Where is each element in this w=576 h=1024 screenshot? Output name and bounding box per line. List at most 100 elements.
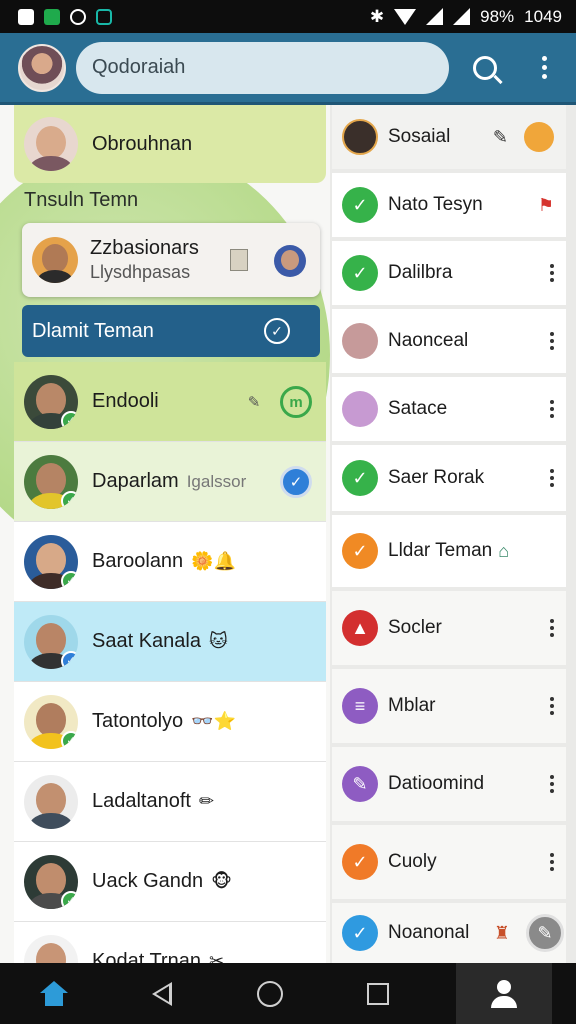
more-vert-icon[interactable] — [550, 400, 554, 418]
online-badge: ✓ — [61, 410, 78, 429]
group-avatar — [342, 119, 378, 155]
more-vert-icon[interactable] — [550, 697, 554, 715]
back-icon — [152, 981, 172, 1006]
add-friend-label: Dlamit Teman — [32, 319, 154, 342]
group-label: Cuoly — [388, 851, 437, 872]
status-circle-icon[interactable]: m — [280, 386, 312, 418]
avatar: ✓ — [24, 614, 78, 669]
contact-list: ✓ Endooli ✎ m ✓ Daparlam Igalssor ✓ ✓ Ba… — [14, 362, 326, 963]
group-label: Sosaial — [388, 126, 451, 147]
search-icon — [473, 55, 498, 80]
more-vert-icon[interactable] — [550, 264, 554, 282]
figure-icon: ♜ — [493, 922, 510, 943]
group-row[interactable]: ✎ Datioomind — [332, 747, 566, 821]
avatar — [32, 237, 78, 283]
group-row[interactable]: ✓ Nato Tesyn ⚑ — [332, 173, 566, 237]
group-avatar — [342, 323, 378, 359]
signal-icon — [426, 8, 444, 25]
group-label: Satace — [388, 398, 448, 419]
emoji: ✂ — [208, 951, 225, 963]
group-label: Nato Tesyn — [388, 194, 483, 215]
group-row[interactable]: ▲ Socler — [332, 591, 566, 665]
check-circle-icon: ✓ — [342, 915, 378, 951]
emoji: 🐵 — [211, 871, 232, 891]
online-badge: ✓ — [61, 730, 78, 749]
tool-icon: ✎ — [247, 394, 261, 411]
group-row[interactable]: ✓ Noanonal ♜ ✎ — [332, 903, 566, 963]
user-avatar[interactable] — [18, 43, 66, 92]
contact-popup[interactable]: Zzbasionars Llysdhpasas — [22, 223, 320, 297]
check-circle-icon[interactable]: ✓ — [280, 466, 312, 498]
popup-avatar[interactable] — [274, 245, 306, 277]
group-label: Datioomind — [388, 773, 485, 794]
popup-title: Zzbasionars — [90, 237, 199, 259]
online-badge: ✓ — [61, 650, 78, 669]
emoji: 👓⭐ — [191, 711, 236, 731]
group-row[interactable]: ✓ Dalilbra — [332, 241, 566, 305]
add-friend-button[interactable]: Dlamit Teman ✓ — [22, 305, 320, 357]
contact-row[interactable]: ✓ Baroolann 🌼🔔 — [14, 522, 326, 602]
bluetooth-icon: ✱ — [369, 6, 385, 26]
home-circle-button[interactable] — [240, 969, 300, 1019]
avatar: ✓ — [24, 854, 78, 909]
contact-name: Endooli — [92, 390, 159, 412]
group-row[interactable]: Satace — [332, 377, 566, 441]
edit-fab[interactable]: ✎ — [526, 914, 564, 952]
more-vert-icon[interactable] — [550, 853, 554, 871]
contact-row[interactable]: ✓ Kodat Trnan ✂ — [14, 922, 326, 963]
contact-row[interactable]: ✓ Uack Gandn 🐵 — [14, 842, 326, 922]
contact-row[interactable]: ✓ Tatontolyo 👓⭐ — [14, 682, 326, 762]
group-row[interactable]: ✓ Saer Rorak — [332, 445, 566, 511]
avatar: ✓ — [24, 934, 78, 963]
house-icon: ⌂ — [498, 540, 510, 561]
recents-button[interactable] — [348, 969, 408, 1019]
contact-row[interactable]: Ladaltanoft ✏ — [14, 762, 326, 842]
profile-name: Obrouhnan — [92, 132, 193, 155]
more-vert-icon[interactable] — [550, 619, 554, 637]
avatar — [24, 774, 78, 829]
emoji: 🐱 — [208, 631, 228, 651]
contact-row[interactable]: ✓ Daparlam Igalssor ✓ — [14, 442, 326, 522]
home-icon — [40, 980, 68, 1007]
profile-nav-button[interactable] — [456, 963, 552, 1024]
profile-card[interactable]: Obrouhnan — [14, 105, 326, 183]
contact-row[interactable]: ✓ Saat Kanala 🐱 — [14, 602, 326, 682]
check-circle-icon: ✓ — [342, 844, 378, 880]
group-row[interactable]: ✓ Cuoly — [332, 825, 566, 899]
contact-name: Tatontolyo — [92, 710, 184, 732]
group-row[interactable]: Sosaial ✎ — [332, 105, 566, 169]
more-vert-icon[interactable] — [550, 775, 554, 793]
battery-text: 98% — [480, 6, 515, 26]
contacts-panel: Obrouhnan Tnsuln Temn Zzbasionars Llysdh… — [0, 105, 330, 963]
popup-subtitle: Llysdhpasas — [90, 262, 191, 282]
contact-row[interactable]: ✓ Endooli ✎ m — [14, 362, 326, 442]
contact-name: Daparlam — [92, 470, 179, 492]
home-button[interactable] — [24, 969, 84, 1019]
groups-panel: Sosaial ✎ ✓ Nato Tesyn ⚑ ✓ Dalilbra Naon… — [330, 105, 576, 963]
group-row[interactable]: ≡ Mblar — [332, 669, 566, 743]
wifi-icon — [394, 8, 417, 25]
circle-icon — [257, 980, 283, 1007]
signal-icon-2 — [453, 8, 471, 25]
search-button[interactable] — [465, 48, 504, 88]
check-circle-icon: ✓ — [342, 460, 378, 496]
group-row[interactable]: ✓ Lldar Teman ⌂ — [332, 515, 566, 587]
user-icon[interactable] — [524, 122, 554, 152]
group-row[interactable]: Naonceal — [332, 309, 566, 373]
check-circle-icon: ✓ — [342, 255, 378, 291]
more-vert-icon[interactable] — [550, 332, 554, 350]
back-button[interactable] — [132, 969, 192, 1019]
search-input[interactable]: Qodoraiah — [76, 41, 450, 94]
more-options-button[interactable] — [525, 48, 564, 88]
more-vert-icon[interactable] — [550, 469, 554, 487]
avatar: ✓ — [24, 374, 78, 429]
user-icon — [491, 979, 517, 1008]
flag-icon: ⚑ — [537, 194, 554, 215]
group-icon: ≡ — [342, 688, 378, 724]
tool-icon: ✎ — [492, 126, 508, 147]
group-label: Naonceal — [388, 330, 469, 351]
emoji: 🌼🔔 — [191, 551, 237, 571]
square-icon — [367, 982, 389, 1005]
tool-icon — [230, 249, 248, 271]
clock: 1049 — [524, 6, 562, 26]
